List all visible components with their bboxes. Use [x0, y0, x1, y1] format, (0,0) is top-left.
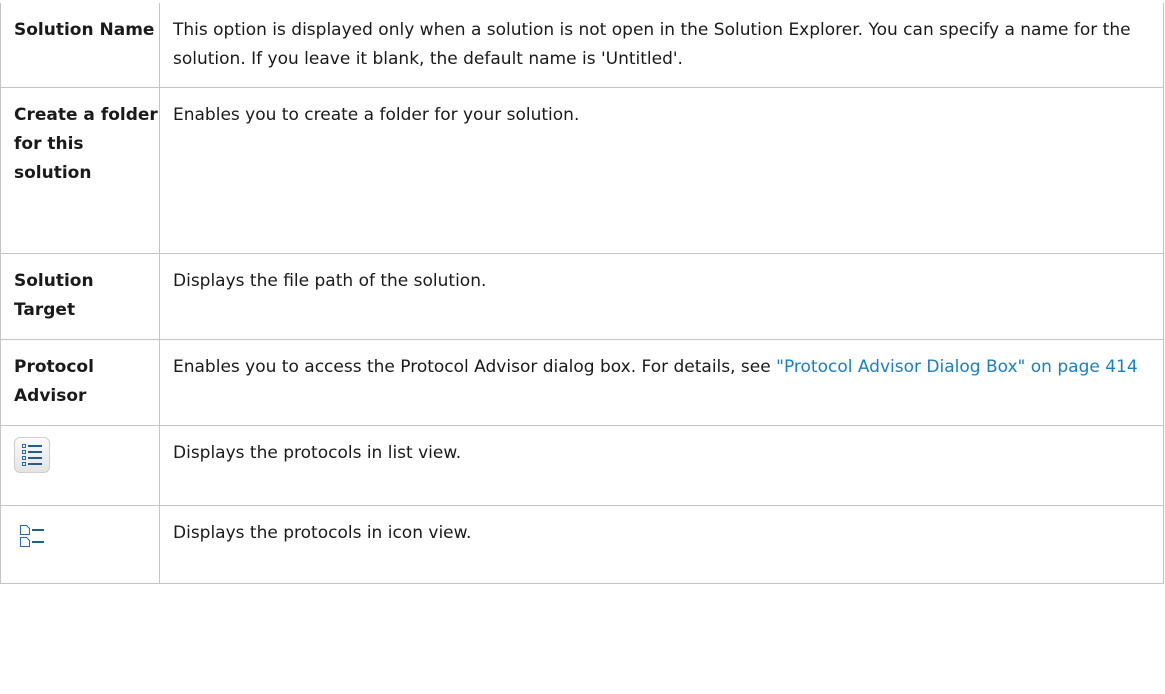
- options-table: Solution Name This option is displayed o…: [0, 3, 1164, 584]
- option-icon-cell: [0, 425, 160, 506]
- table-row: Protocol Advisor Enables you to access t…: [0, 339, 1164, 426]
- icon-view-icon: [14, 517, 50, 553]
- table-row: Solution Name This option is displayed o…: [0, 3, 1164, 88]
- option-description: Displays the protocols in list view.: [159, 425, 1164, 506]
- table-row: Displays the protocols in list view.: [0, 425, 1164, 506]
- table-row: Create a folder for this solution Enable…: [0, 87, 1164, 254]
- option-description: Enables you to create a folder for your …: [159, 87, 1164, 254]
- option-description: Displays the file path of the solution.: [159, 253, 1164, 340]
- list-view-icon: [14, 437, 50, 473]
- table-row: Solution Target Displays the file path o…: [0, 253, 1164, 340]
- table-row: Displays the protocols in icon view.: [0, 505, 1164, 584]
- option-icon-cell: [0, 505, 160, 584]
- option-description: Displays the protocols in icon view.: [159, 505, 1164, 584]
- option-label: Protocol Advisor: [0, 339, 160, 426]
- option-label: Create a folder for this solution: [0, 87, 160, 254]
- option-label: Solution Target: [0, 253, 160, 340]
- option-label: Solution Name: [0, 3, 160, 88]
- option-description: This option is displayed only when a sol…: [159, 3, 1164, 88]
- option-description: Enables you to access the Protocol Advis…: [159, 339, 1164, 426]
- protocol-advisor-link[interactable]: "Protocol Advisor Dialog Box" on page 41…: [776, 357, 1138, 377]
- option-description-text: Enables you to access the Protocol Advis…: [173, 357, 777, 377]
